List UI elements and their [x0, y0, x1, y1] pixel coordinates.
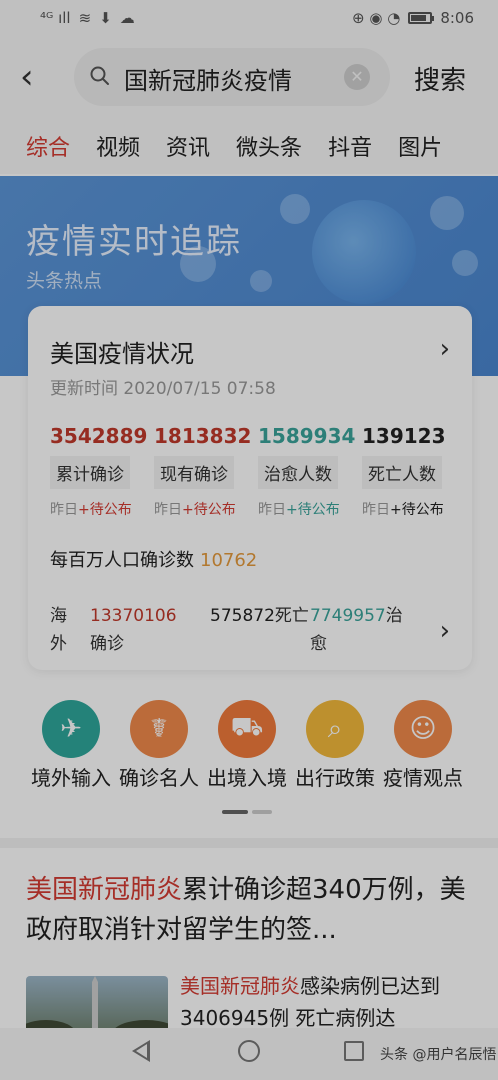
- monument-image: [26, 976, 168, 1036]
- stat-sub-prefix: 昨日: [154, 502, 182, 518]
- stat-sub-prefix: 昨日: [362, 502, 390, 518]
- battery-icon: [408, 12, 435, 24]
- stat-label: 治愈人数: [258, 456, 338, 489]
- nav-recents-icon[interactable]: [344, 1041, 364, 1061]
- doctor-icon: ☺: [394, 700, 452, 758]
- overseas-label: 海外: [50, 606, 67, 654]
- chevron-right-icon[interactable]: ›: [440, 616, 450, 646]
- stat-value: 139123: [362, 424, 446, 448]
- wifi-icon: ≋: [78, 9, 92, 27]
- per-million-label: 每百万人口确诊数: [50, 550, 194, 571]
- stat-sub-delta: +待公布: [286, 502, 340, 518]
- stat-value: 3542889: [50, 424, 148, 448]
- system-nav-bar: 头条 @用户名辰悟: [0, 1028, 498, 1080]
- nav-back-icon[interactable]: [132, 1040, 150, 1062]
- page-indicator: [222, 810, 278, 814]
- search-icon: ⌕: [306, 700, 364, 758]
- download-icon: ⬇: [99, 9, 112, 27]
- stat-sub-prefix: 昨日: [50, 502, 78, 518]
- plus-icon: [250, 270, 272, 292]
- signal-icon: ⁴ᴳ ıll: [40, 9, 71, 27]
- status-bar: ⁴ᴳ ıll ≋ ⬇ ☁ ⊕ ◉ ◔ 8:06: [0, 0, 498, 36]
- bottle-icon: [430, 196, 464, 230]
- status-icons: ⊕ ◉ ◔: [352, 9, 401, 27]
- search-header: ‹ 国新冠肺炎疫情 ✕ 搜索: [0, 36, 498, 118]
- search-input[interactable]: 国新冠肺炎疫情: [124, 61, 348, 93]
- stat-sub-delta: +待公布: [390, 502, 444, 518]
- search-button[interactable]: 搜索: [414, 60, 466, 97]
- search-results-page: ⁴ᴳ ıll ≋ ⬇ ☁ ⊕ ◉ ◔ 8:06 ‹ 国新冠肺炎疫情 ✕ 搜索 综…: [0, 0, 498, 1080]
- tab-images[interactable]: 图片: [398, 130, 442, 162]
- stat-value: 1589934: [258, 424, 356, 448]
- overseas-row[interactable]: 海外 13370106确诊 575872死亡 7749957治愈 ›: [50, 602, 450, 662]
- us-epidemic-card[interactable]: 美国疫情状况 › 更新时间 2020/07/15 07:58 3542889 累…: [28, 306, 472, 670]
- stat-value: 1813832: [154, 424, 252, 448]
- stat-sub-delta: +待公布: [78, 502, 132, 518]
- stat-label: 现有确诊: [154, 456, 234, 489]
- card-title: 美国疫情状况: [50, 340, 194, 368]
- overseas-deaths: 575872死亡: [210, 606, 309, 626]
- stat-label: 累计确诊: [50, 456, 130, 489]
- back-button[interactable]: ‹: [20, 58, 50, 96]
- stethoscope-icon: ☤: [130, 700, 188, 758]
- tab-douyin[interactable]: 抖音: [328, 130, 372, 162]
- per-million-row: 每百万人口确诊数 10762: [50, 546, 257, 572]
- status-time: 8:06: [440, 9, 474, 27]
- airplane-icon: ✈: [42, 700, 100, 758]
- section-divider: [0, 838, 498, 848]
- mask-icon: [280, 194, 310, 224]
- stat-sub-delta: +待公布: [182, 502, 236, 518]
- stat-sub-prefix: 昨日: [258, 502, 286, 518]
- article-item[interactable]: 美国新冠肺炎感染病例已达到 3406945例 死亡病例达: [26, 970, 472, 1036]
- stat-current-confirmed: 1813832 现有确诊 昨日+待公布: [154, 424, 256, 519]
- article-snippet: 美国新冠肺炎感染病例已达到 3406945例 死亡病例达: [180, 974, 440, 1030]
- clear-icon[interactable]: ✕: [344, 64, 370, 90]
- chevron-right-icon[interactable]: ›: [440, 334, 450, 364]
- update-time: 更新时间 2020/07/15 07:58: [50, 379, 276, 399]
- per-million-value: 10762: [200, 550, 258, 571]
- stat-deaths: 139123 死亡人数 昨日+待公布: [362, 424, 464, 519]
- stat-total-confirmed: 3542889 累计确诊 昨日+待公布: [50, 424, 152, 519]
- virus-icon: [452, 250, 478, 276]
- tab-video[interactable]: 视频: [96, 130, 140, 162]
- tab-micro-headline[interactable]: 微头条: [236, 130, 302, 162]
- globe-icon: [312, 200, 416, 304]
- nav-home-icon[interactable]: [238, 1040, 260, 1062]
- tab-news[interactable]: 资讯: [166, 130, 210, 162]
- quick-link-celebrities[interactable]: ☤ 确诊名人: [114, 700, 204, 790]
- quick-link-label: 疫情观点: [383, 766, 463, 790]
- overseas-confirmed: 13370106确诊: [90, 606, 177, 654]
- watermark: 头条 @用户名辰悟: [380, 1047, 497, 1063]
- result-tabs: 综合 视频 资讯 微头条 抖音 图片: [0, 118, 498, 174]
- stat-recovered: 1589934 治愈人数 昨日+待公布: [258, 424, 360, 519]
- search-box[interactable]: 国新冠肺炎疫情 ✕: [74, 48, 390, 106]
- article-headline[interactable]: 美国新冠肺炎累计确诊超340万例，美政府取消针对留学生的签...: [26, 870, 472, 950]
- car-icon: ⛟: [218, 700, 276, 758]
- quick-link-entry-exit[interactable]: ⛟ 出境入境: [202, 700, 292, 790]
- quick-links: ✈ 境外输入 ☤ 确诊名人 ⛟ 出境入境 ⌕ 出行政策 ☺ 疫情观点: [0, 700, 498, 820]
- article-thumbnail: [26, 976, 168, 1036]
- quick-link-opinions[interactable]: ☺ 疫情观点: [378, 700, 468, 790]
- stat-label: 死亡人数: [362, 456, 442, 489]
- headline-highlight: 美国新冠肺炎: [26, 875, 183, 905]
- overseas-recovered: 7749957治愈: [310, 606, 403, 654]
- search-icon: [90, 66, 109, 85]
- tab-comprehensive[interactable]: 综合: [26, 130, 70, 162]
- banner-subtitle: 头条热点: [26, 270, 103, 292]
- banner-title: 疫情实时追踪: [26, 222, 242, 262]
- quick-link-overseas-import[interactable]: ✈ 境外输入: [26, 700, 116, 790]
- quick-link-travel-policy[interactable]: ⌕ 出行政策: [290, 700, 380, 790]
- cloud-icon: ☁: [119, 9, 135, 27]
